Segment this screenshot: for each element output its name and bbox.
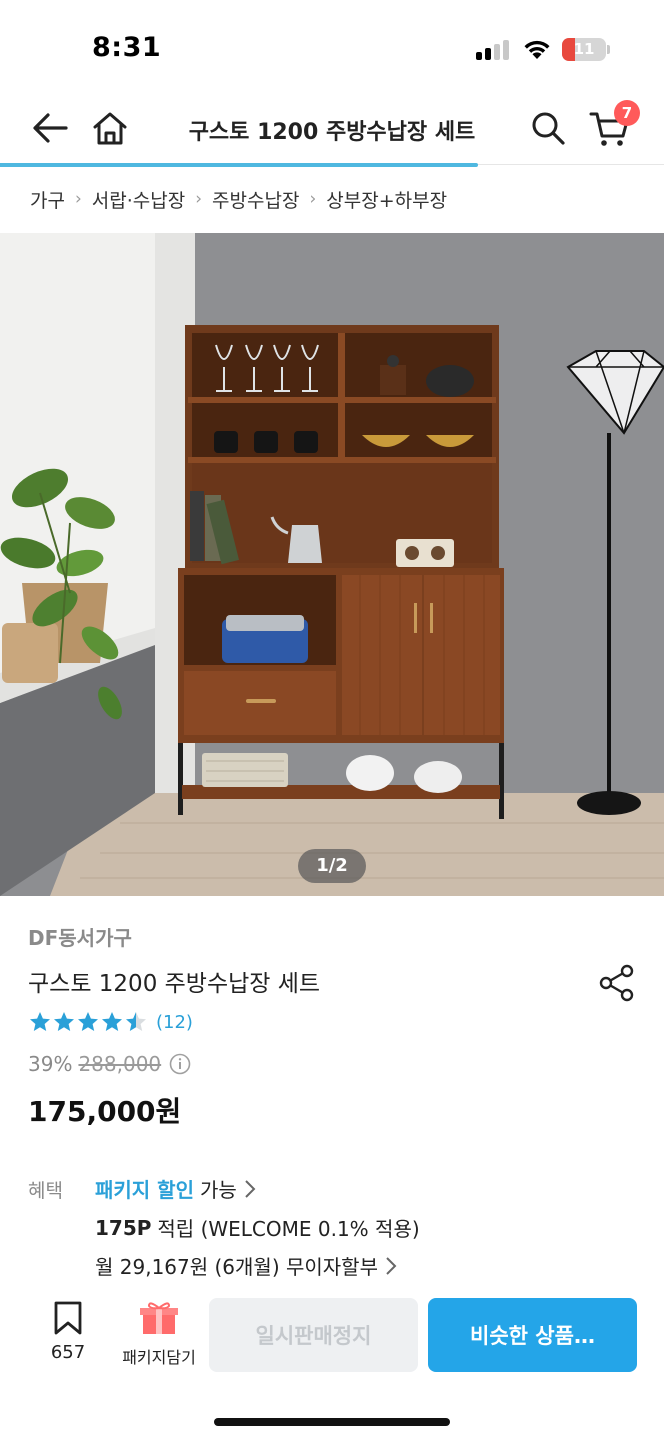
discount-rate: 39% (28, 1052, 73, 1076)
chevron-right-icon: › (74, 189, 82, 209)
final-price: 175,000원 (28, 1095, 182, 1128)
chevron-right-icon (386, 1256, 397, 1275)
rating-stars (28, 1010, 148, 1034)
page-title: 구스토 1200 주방수납장 세트 (188, 120, 476, 145)
star-full-icon (30, 1012, 50, 1031)
home-indicator (214, 1418, 450, 1426)
benefit-label: 혜택 (28, 1180, 63, 1202)
chevron-right-icon: › (195, 189, 203, 209)
battery-cap (607, 45, 610, 54)
package-box-icon (140, 1302, 178, 1334)
installment-row[interactable]: 월 29,167원 (6개월) 무이자할부 (95, 1251, 398, 1280)
scroll-progress-bar (0, 163, 478, 167)
points-text: 적립 (WELCOME 0.1% 적용) (157, 1217, 420, 1241)
home-icon (93, 112, 127, 145)
brand-name[interactable]: DF동서가구 (28, 922, 132, 951)
product-photo (0, 233, 664, 896)
package-discount-suffix: 가능 (199, 1178, 237, 1202)
breadcrumb-item-drawers[interactable]: 서랍·수납장 (92, 186, 185, 213)
add-package-label: 패키지담기 (122, 1348, 196, 1367)
star-full-icon (78, 1012, 98, 1031)
status-bar: 8:31 11 (0, 0, 664, 96)
battery-icon: 11 (562, 38, 606, 61)
review-count[interactable]: (12) (156, 1012, 193, 1033)
bookmark-button[interactable]: 657 (40, 1300, 96, 1376)
star-full-icon (102, 1012, 122, 1031)
top-nav: 구스토 1200 주방수납장 세트 (0, 96, 664, 164)
price-row: 39% 288,000 (28, 1052, 191, 1076)
bookmark-icon (54, 1301, 82, 1335)
add-package-button[interactable]: 패키지담기 (112, 1300, 206, 1376)
product-rating[interactable]: (12) (28, 1008, 193, 1036)
product-image-carousel[interactable]: 1/2 (0, 233, 664, 896)
bookmark-count: 657 (50, 1342, 86, 1363)
info-icon[interactable] (169, 1053, 191, 1075)
package-discount-link[interactable]: 패키지 할인 (95, 1174, 194, 1203)
image-counter: 1/2 (298, 849, 366, 883)
back-button[interactable] (28, 106, 72, 150)
search-icon (532, 112, 565, 145)
arrow-left-icon (33, 113, 68, 143)
star-full-icon (54, 1012, 74, 1031)
star-half-icon (126, 1012, 146, 1031)
chevron-right-icon: › (309, 189, 317, 209)
original-price: 288,000 (78, 1052, 162, 1076)
cellular-signal-icon (476, 40, 510, 60)
home-button[interactable] (88, 106, 132, 150)
package-discount-row[interactable]: 패키지 할인 가능 (95, 1174, 257, 1203)
product-name: 구스토 1200 주방수납장 세트 (28, 971, 321, 997)
breadcrumb-item-kitchen-storage[interactable]: 주방수납장 (212, 186, 299, 213)
chevron-right-icon (245, 1179, 256, 1198)
share-icon (599, 964, 634, 1002)
battery-level: 11 (573, 40, 595, 58)
installment-text: 월 29,167원 (6개월) 무이자할부 (95, 1255, 378, 1279)
status-time: 8:31 (92, 32, 162, 63)
cart-count-badge: 7 (614, 100, 640, 126)
temporarily-unavailable-button[interactable]: 일시판매정지 (209, 1298, 418, 1372)
wifi-icon (524, 40, 550, 59)
breadcrumb-item-furniture[interactable]: 가구 (30, 186, 65, 213)
breadcrumb: 가구 › 서랍·수납장 › 주방수납장 › 상부장+하부장 (30, 184, 447, 214)
points-row: 175P 적립 (WELCOME 0.1% 적용) (95, 1213, 420, 1242)
share-button[interactable] (594, 960, 640, 1006)
breadcrumb-item-upper-lower[interactable]: 상부장+하부장 (326, 186, 447, 213)
search-button[interactable] (526, 106, 570, 150)
bottom-action-bar: 657 패키지담기 일시판매정지 비슷한 상품… (0, 1284, 664, 1440)
similar-products-button[interactable]: 비슷한 상품… (428, 1298, 637, 1372)
points-amount: 175P (95, 1215, 152, 1240)
